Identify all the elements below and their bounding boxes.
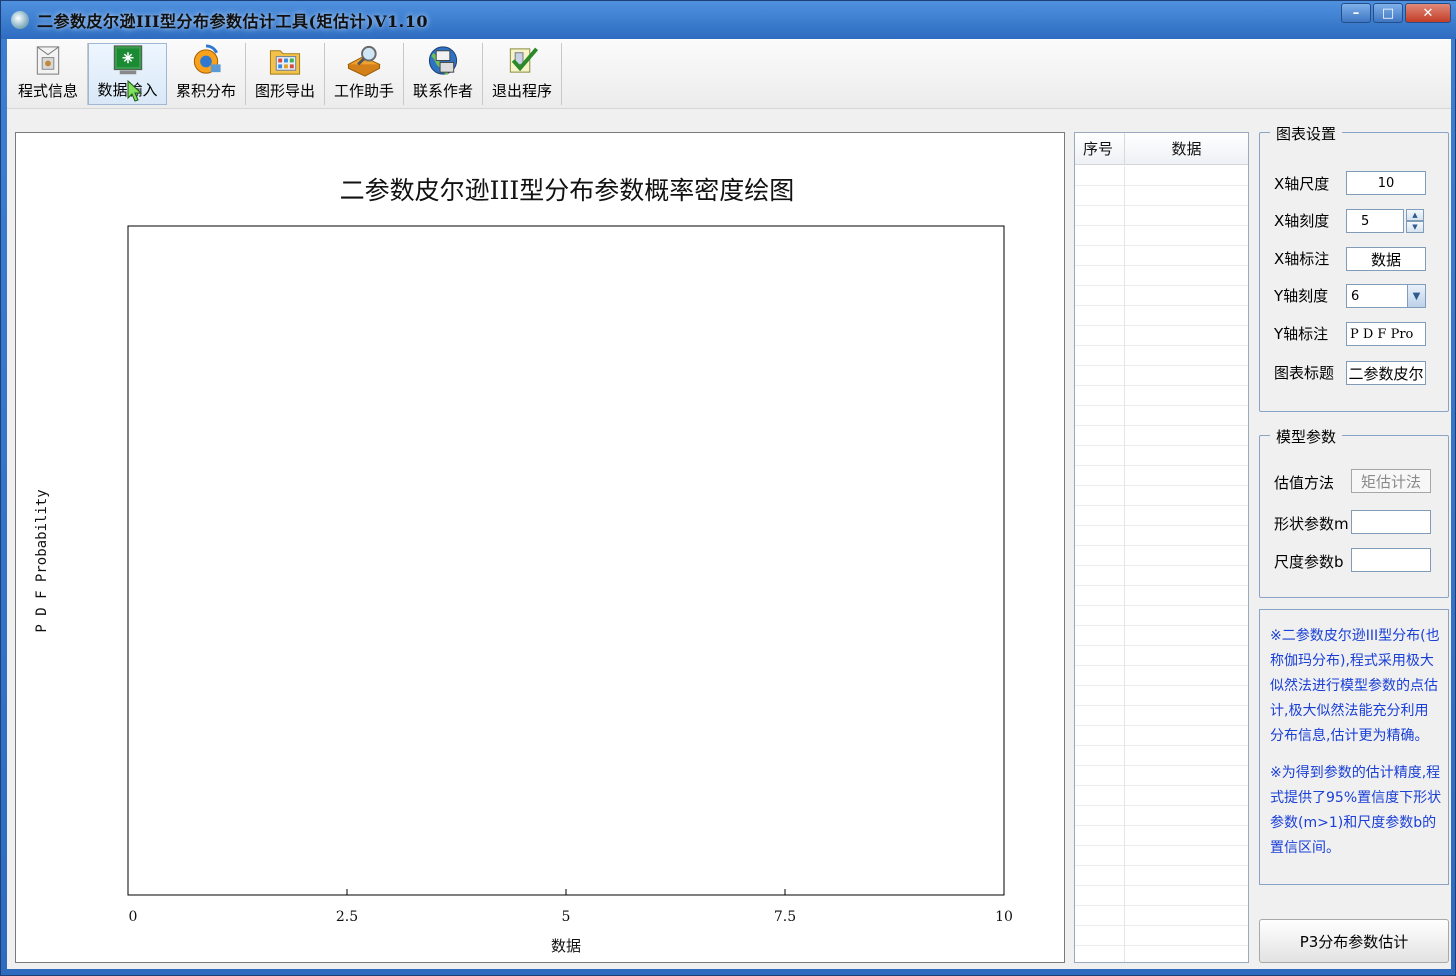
- chart-title: 二参数皮尔逊III型分布参数概率密度绘图: [340, 176, 795, 205]
- chart-title-label: 图表标题: [1274, 364, 1335, 382]
- x-scale-label: X轴尺度: [1274, 175, 1330, 193]
- x-axis-label: 数据: [551, 937, 581, 955]
- info-doc-icon: [36, 46, 60, 75]
- toolbar-label: 退出程序: [491, 82, 552, 100]
- contact-icon: [428, 46, 458, 76]
- toolbar-button-export[interactable]: 图形导出: [246, 43, 325, 105]
- toolbar: 程式信息 数据输入 累积分布 图形导出 工作助手 联系作者 退出程序: [7, 39, 1451, 109]
- method-label: 估值方法: [1274, 474, 1335, 492]
- x-title-label: X轴标注: [1274, 250, 1330, 268]
- shape-param-label: 形状参数m: [1274, 515, 1349, 533]
- x-tick-label: 2.5: [336, 909, 358, 925]
- model-params-group: 模型参数 估值方法 矩估计法 形状参数m 尺度参数b: [1259, 426, 1449, 598]
- estimate-button[interactable]: P3分布参数估计: [1259, 919, 1449, 963]
- x-tick-label: X轴刻度: [1274, 212, 1330, 230]
- shape-param-field[interactable]: [1351, 510, 1431, 534]
- data-grid[interactable]: 序号 数据: [1074, 132, 1249, 963]
- x-scale-input[interactable]: 10: [1346, 171, 1426, 195]
- chart-settings-group: 图表设置 X轴尺度 10 X轴刻度 5 ▲ ▼ X轴标注 数据 Y轴刻度 6 ▼…: [1259, 123, 1449, 412]
- maximize-button[interactable]: □: [1373, 3, 1403, 23]
- info-paragraph-1: ※二参数皮尔逊III型分布(也称伽玛分布),程式采用极大似然法进行模型参数的点估…: [1270, 628, 1440, 744]
- app-window: 二参数皮尔逊III型分布参数估计工具(矩估计)V1.10 – □ ✕ 程式信息: [0, 0, 1456, 976]
- grid-body[interactable]: [1075, 166, 1248, 962]
- export-icon: [269, 50, 301, 75]
- spin-up-icon[interactable]: ▲: [1406, 209, 1424, 221]
- cursor-arrow-icon: [127, 80, 143, 102]
- y-title-input[interactable]: P D F Pro: [1346, 322, 1426, 346]
- x-tick-spin-buttons[interactable]: ▲ ▼: [1406, 209, 1424, 233]
- grid-header-data[interactable]: 数据: [1125, 133, 1248, 164]
- info-paragraph-2: ※为得到参数的估计精度,程式提供了95%置信度下形状参数(m>1)和尺度参数b的…: [1270, 765, 1442, 856]
- chart-settings-title: 图表设置: [1270, 123, 1343, 144]
- toolbar-button-contact[interactable]: 联系作者: [404, 43, 483, 105]
- close-button[interactable]: ✕: [1405, 3, 1451, 23]
- chart-title-input[interactable]: 二参数皮尔: [1346, 361, 1426, 385]
- toolbar-label: 图形导出: [254, 82, 315, 100]
- toolbar-button-cumulative[interactable]: 累积分布: [167, 43, 246, 105]
- app-icon: [11, 11, 29, 29]
- info-panel: ※二参数皮尔逊III型分布(也称伽玛分布),程式采用极大似然法进行模型参数的点估…: [1259, 609, 1449, 885]
- y-axis-label: P D F Probability: [34, 489, 50, 632]
- cumulative-icon: [193, 44, 221, 74]
- client-area: 程式信息 数据输入 累积分布 图形导出 工作助手 联系作者 退出程序 二参数皮尔…: [7, 39, 1451, 969]
- x-title-input[interactable]: 数据: [1346, 247, 1426, 271]
- toolbar-button-info[interactable]: 程式信息: [9, 43, 88, 105]
- x-tick-label: 7.5: [774, 909, 796, 925]
- y-tick-label: Y轴刻度: [1274, 287, 1329, 305]
- title-bar[interactable]: 二参数皮尔逊III型分布参数估计工具(矩估计)V1.10 – □ ✕: [1, 1, 1456, 39]
- toolbar-button-exit[interactable]: 退出程序: [483, 43, 562, 105]
- toolbar-button-data-input[interactable]: 数据输入: [88, 43, 167, 105]
- helper-icon: [347, 45, 381, 77]
- chart-panel: 二参数皮尔逊III型分布参数概率密度绘图 0 2.5 5 7.5 10 数据 P D F Pr…: [15, 132, 1065, 963]
- grid-header-index[interactable]: 序号: [1075, 133, 1125, 164]
- x-tick-label: 5: [562, 909, 571, 925]
- toolbar-button-helper[interactable]: 工作助手: [325, 43, 404, 105]
- minimize-button[interactable]: –: [1341, 3, 1371, 23]
- method-field: 矩估计法: [1351, 469, 1431, 493]
- pdf-chart: 二参数皮尔逊III型分布参数概率密度绘图 0 2.5 5 7.5 10 数据 P D F Pr…: [34, 176, 1013, 955]
- y-title-label: Y轴标注: [1274, 325, 1329, 343]
- exit-icon: [509, 47, 539, 73]
- x-tick-spinner[interactable]: 5: [1346, 209, 1404, 233]
- chevron-down-icon[interactable]: ▼: [1407, 285, 1425, 307]
- model-params-title: 模型参数: [1270, 426, 1343, 447]
- scale-param-field[interactable]: [1351, 548, 1431, 572]
- data-input-icon: [113, 45, 142, 75]
- toolbar-label: 联系作者: [412, 82, 473, 100]
- plot-area: [127, 225, 1005, 896]
- spin-down-icon[interactable]: ▼: [1406, 221, 1424, 233]
- x-tick-label: 0: [129, 909, 138, 925]
- x-tick-label: 10: [995, 909, 1013, 925]
- toolbar-label: 累积分布: [175, 82, 236, 100]
- scale-param-label: 尺度参数b: [1274, 553, 1344, 571]
- toolbar-label: 程式信息: [17, 82, 78, 100]
- y-tick-value: 6: [1351, 288, 1360, 304]
- toolbar-label: 工作助手: [333, 82, 394, 100]
- window-title: 二参数皮尔逊III型分布参数估计工具(矩估计)V1.10: [37, 12, 428, 31]
